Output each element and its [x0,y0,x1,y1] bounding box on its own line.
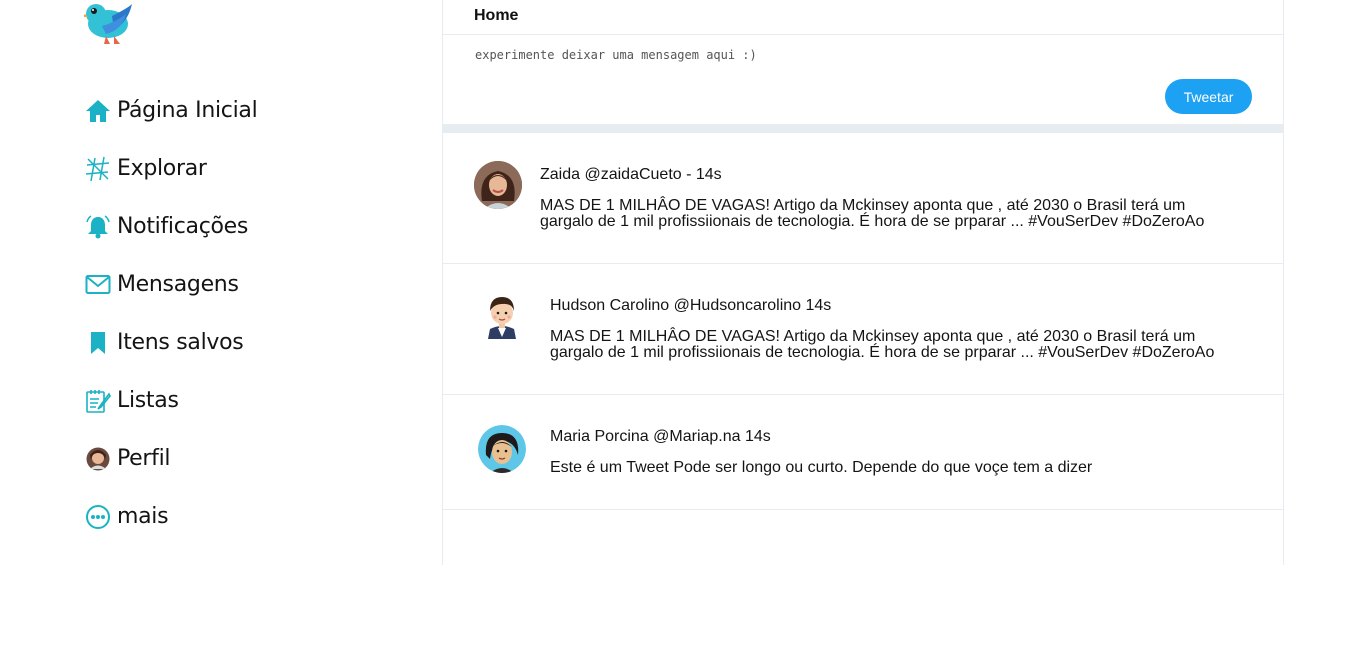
sidebar-item-lists[interactable]: Listas [85,388,257,446]
tweet-item[interactable]: Maria Porcina @Mariap.na 14s Este é um T… [443,395,1283,510]
tweet-author: Maria Porcina @Mariap.na 14s [550,428,771,445]
tweet-text: Este é um Tweet Pode ser longo ou curto.… [550,459,1093,476]
page-title: Home [474,7,519,24]
sidebar-item-label: Perfil [117,446,171,471]
hashtag-icon [85,156,111,182]
profile-avatar-icon [85,446,111,472]
envelope-icon [85,272,111,298]
tweet-item[interactable]: Hudson Carolino @Hudsoncarolino 14s MAS … [443,264,1283,395]
sidebar-item-label: Mensagens [117,272,239,297]
tweet-input[interactable] [475,45,1075,65]
tweet-composer: Tweetar [443,35,1283,124]
sidebar-item-more[interactable]: mais [85,504,257,562]
sidebar-item-label: Itens salvos [117,330,244,355]
sidebar-item-notifications[interactable]: Notificações [85,214,257,272]
sidebar-item-explore[interactable]: Explorar [85,156,257,214]
main-feed: Home Tweetar Zaida @zaidaCueto - 14s MAS… [442,0,1284,565]
sidebar-item-label: Notificações [117,214,249,239]
sidebar-item-home[interactable]: Página Inicial [85,98,258,156]
feed-divider [443,124,1283,133]
tweet-button[interactable]: Tweetar [1165,79,1252,114]
tweet-item[interactable]: Zaida @zaidaCueto - 14s MAS DE 1 MILHÂO … [443,133,1283,264]
tweet-author: Hudson Carolino @Hudsoncarolino 14s [550,297,832,314]
sidebar-item-profile[interactable]: Perfil [85,446,257,504]
bell-icon [85,214,111,240]
tweet-text: MAS DE 1 MILHÂO DE VAGAS! Artigo da Mcki… [550,328,1215,361]
home-icon [85,98,111,124]
sidebar-item-bookmarks[interactable]: Itens salvos [85,330,257,388]
tweet-text: MAS DE 1 MILHÂO DE VAGAS! Artigo da Mcki… [540,197,1205,230]
tweet-author: Zaida @zaidaCueto - 14s [540,166,722,183]
sidebar-item-label: Listas [117,388,179,413]
photo-avatar-icon[interactable] [474,161,522,209]
feed-header: Home [443,0,1283,35]
sidebar-item-label: Explorar [117,156,207,181]
more-icon [85,504,111,530]
sidebar-item-messages[interactable]: Mensagens [85,272,257,330]
bookmark-icon [85,330,111,356]
cartoon-boy-avatar-icon[interactable] [478,291,526,339]
sidebar: Página Inicial Explorar Notificações Men… [0,0,442,565]
list-icon [85,388,111,414]
sidebar-nav: Página Inicial Explorar Notificações Men… [85,98,258,562]
sidebar-item-label: Página Inicial [117,98,258,123]
cartoon-woman-avatar-icon[interactable] [478,425,526,473]
sidebar-item-label: mais [117,504,169,529]
bird-logo-icon[interactable] [82,0,134,46]
